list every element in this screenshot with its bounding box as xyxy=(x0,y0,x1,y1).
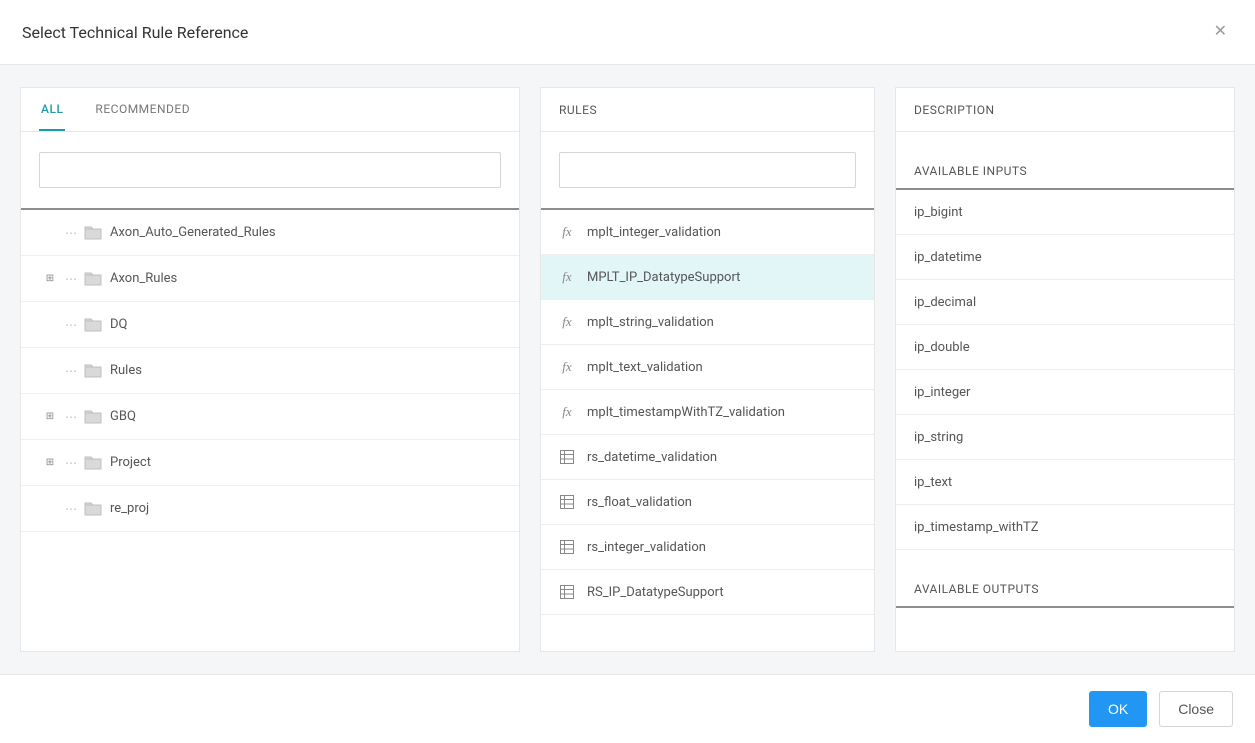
rule-item[interactable]: fx mplt_integer_validation xyxy=(541,210,874,255)
tree-connector: ⋯ xyxy=(65,364,76,378)
folder-icon xyxy=(84,502,102,516)
rule-item[interactable]: fx mplt_timestampWithTZ_validation xyxy=(541,390,874,435)
tab-recommended[interactable]: RECOMMENDED xyxy=(93,88,192,131)
folder-tree: ⋯ Axon_Auto_Generated_Rules ⊞ ⋯ Axon_Rules ⋯ D… xyxy=(21,210,519,651)
tree-item[interactable]: ⊞ ⋯ GBQ xyxy=(21,394,519,440)
tree-item-label: Axon_Auto_Generated_Rules xyxy=(110,225,276,240)
search-wrap-rules xyxy=(541,132,874,208)
close-icon[interactable]: ✕ xyxy=(1208,20,1233,44)
rule-item-label: RS_IP_DatatypeSupport xyxy=(587,585,724,600)
folder-icon xyxy=(84,410,102,424)
tree-item-label: GBQ xyxy=(110,409,136,424)
fx-icon: fx xyxy=(559,359,575,375)
divider xyxy=(896,606,1234,608)
description-scroll[interactable]: AVAILABLE INPUTS ip_bigintip_datetimeip_… xyxy=(896,132,1234,651)
grid-icon xyxy=(559,540,575,554)
rule-item[interactable]: RS_IP_DatatypeSupport xyxy=(541,570,874,615)
close-button[interactable]: Close xyxy=(1159,691,1233,727)
tree-item-label: DQ xyxy=(110,317,127,332)
rule-item[interactable]: fx mplt_text_validation xyxy=(541,345,874,390)
grid-icon xyxy=(559,495,575,509)
rule-item[interactable]: rs_integer_validation xyxy=(541,525,874,570)
tree-item[interactable]: ⋯ re_proj xyxy=(21,486,519,532)
modal-body: ALL RECOMMENDED ⋯ Axon_Auto_Generated_Rul… xyxy=(0,65,1255,674)
rule-item[interactable]: fx MPLT_IP_DatatypeSupport xyxy=(541,255,874,300)
tree-item[interactable]: ⋯ Rules xyxy=(21,348,519,394)
modal-select-technical-rule: Select Technical Rule Reference ✕ ALL RE… xyxy=(0,0,1255,743)
rule-item-label: MPLT_IP_DatatypeSupport xyxy=(587,270,740,285)
tree-connector: ⋯ xyxy=(65,456,76,470)
ok-button[interactable]: OK xyxy=(1089,691,1147,727)
modal-header: Select Technical Rule Reference ✕ xyxy=(0,0,1255,65)
rules-header: RULES xyxy=(541,88,874,132)
fx-icon: fx xyxy=(559,224,575,240)
expand-icon[interactable]: ⊞ xyxy=(43,411,57,422)
available-inputs-list: ip_bigintip_datetimeip_decimalip_doublei… xyxy=(896,190,1234,550)
panel-description: DESCRIPTION AVAILABLE INPUTS ip_bigintip… xyxy=(895,87,1235,652)
search-wrap-folders xyxy=(21,132,519,208)
input-item: ip_datetime xyxy=(896,235,1234,280)
tree-item-label: Axon_Rules xyxy=(110,271,177,286)
tree-item[interactable]: ⋯ DQ xyxy=(21,302,519,348)
tabs: ALL RECOMMENDED xyxy=(21,88,519,132)
folder-icon xyxy=(84,318,102,332)
tree-item[interactable]: ⊞ ⋯ Axon_Rules xyxy=(21,256,519,302)
input-item: ip_integer xyxy=(896,370,1234,415)
tree-item-label: Project xyxy=(110,455,151,470)
folder-icon xyxy=(84,456,102,470)
input-item: ip_string xyxy=(896,415,1234,460)
tree-connector: ⋯ xyxy=(65,410,76,424)
folder-icon xyxy=(84,272,102,286)
rule-item-label: mplt_string_validation xyxy=(587,315,714,330)
tree-connector: ⋯ xyxy=(65,226,76,240)
rule-item[interactable]: fx mplt_string_validation xyxy=(541,300,874,345)
modal-title: Select Technical Rule Reference xyxy=(22,23,248,42)
expand-icon[interactable]: ⊞ xyxy=(43,457,57,468)
input-item: ip_bigint xyxy=(896,190,1234,235)
input-item: ip_timestamp_withTZ xyxy=(896,505,1234,550)
tree-item-label: Rules xyxy=(110,363,142,378)
fx-icon: fx xyxy=(559,404,575,420)
search-input-rules[interactable] xyxy=(559,152,856,188)
rule-item-label: rs_float_validation xyxy=(587,495,692,510)
tab-all[interactable]: ALL xyxy=(39,88,65,131)
tree-item[interactable]: ⋯ Axon_Auto_Generated_Rules xyxy=(21,210,519,256)
rule-item-label: mplt_timestampWithTZ_validation xyxy=(587,405,785,420)
grid-icon xyxy=(559,585,575,599)
rule-item-label: rs_integer_validation xyxy=(587,540,706,555)
fx-icon: fx xyxy=(559,314,575,330)
panel-rules: RULES fxmplt_integer_validationfxMPLT_IP… xyxy=(540,87,875,652)
grid-icon xyxy=(559,450,575,464)
folder-icon xyxy=(84,364,102,378)
rule-item-label: mplt_text_validation xyxy=(587,360,703,375)
modal-footer: OK Close xyxy=(0,674,1255,743)
rule-item[interactable]: rs_datetime_validation xyxy=(541,435,874,480)
input-item: ip_double xyxy=(896,325,1234,370)
fx-icon: fx xyxy=(559,269,575,285)
tree-connector: ⋯ xyxy=(65,272,76,286)
tree-item[interactable]: ⊞ ⋯ Project xyxy=(21,440,519,486)
expand-icon[interactable]: ⊞ xyxy=(43,273,57,284)
input-item: ip_text xyxy=(896,460,1234,505)
available-outputs-title: AVAILABLE OUTPUTS xyxy=(896,550,1234,606)
panel-folders: ALL RECOMMENDED ⋯ Axon_Auto_Generated_Rul… xyxy=(20,87,520,652)
search-input-folders[interactable] xyxy=(39,152,501,188)
tree-connector: ⋯ xyxy=(65,318,76,332)
rule-item-label: rs_datetime_validation xyxy=(587,450,717,465)
rules-list[interactable]: fxmplt_integer_validationfxMPLT_IP_Datat… xyxy=(541,208,874,651)
tree-connector: ⋯ xyxy=(65,502,76,516)
description-header: DESCRIPTION xyxy=(896,88,1234,132)
rule-item[interactable]: rs_float_validation xyxy=(541,480,874,525)
input-item: ip_decimal xyxy=(896,280,1234,325)
rule-item-label: mplt_integer_validation xyxy=(587,225,721,240)
folder-icon xyxy=(84,226,102,240)
available-inputs-title: AVAILABLE INPUTS xyxy=(896,132,1234,188)
tree-item-label: re_proj xyxy=(110,501,149,516)
